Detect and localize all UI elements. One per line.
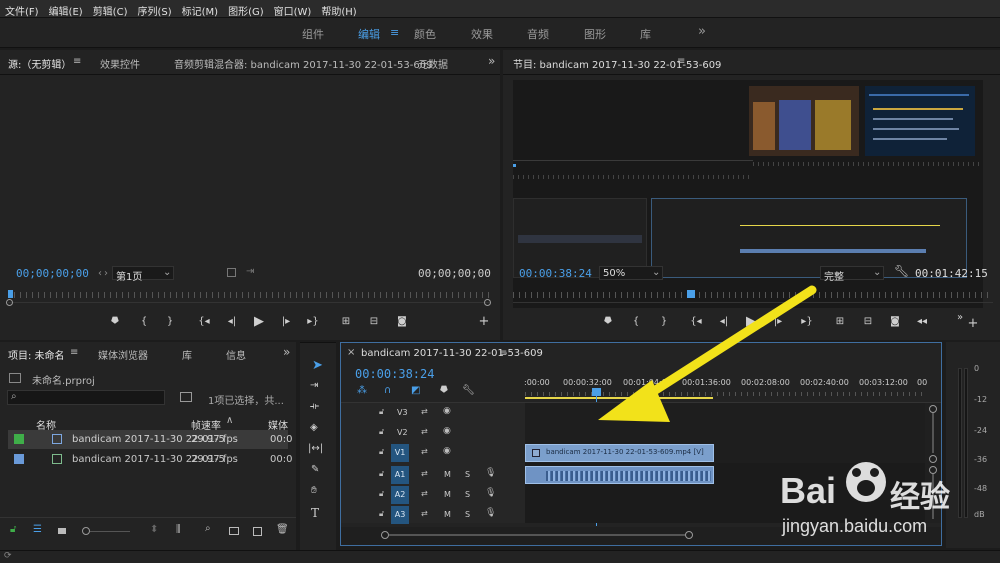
watermark-brand2: 经验 bbox=[890, 480, 950, 515]
paw-logo-icon bbox=[846, 462, 886, 502]
watermark-brand: Bai bbox=[780, 470, 837, 511]
watermark-url: jingyan.baidu.com bbox=[782, 516, 928, 536]
watermark: Bai 经验 jingyan.baidu.com bbox=[780, 458, 995, 548]
arrow-shaft bbox=[635, 285, 817, 405]
